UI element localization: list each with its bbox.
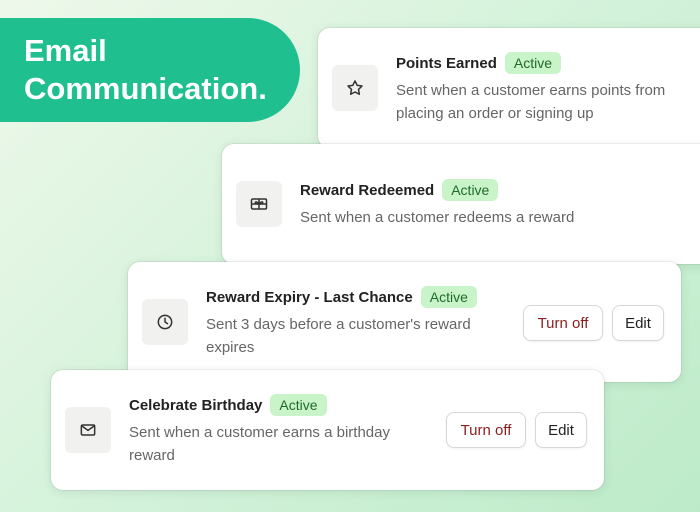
status-badge: Active — [504, 52, 561, 74]
edit-button[interactable]: Edit — [535, 412, 587, 448]
turn-off-button[interactable]: Turn off — [446, 412, 526, 448]
card-title: Points Earned — [396, 54, 497, 72]
edit-button[interactable]: Edit — [612, 305, 664, 341]
status-badge: Active — [420, 286, 477, 308]
email-card-reward-redeemed: Reward Redeemed Active Sent when a custo… — [222, 144, 700, 264]
hero-title-line1: Email — [24, 33, 107, 68]
card-description: Sent when a customer redeems a reward — [300, 209, 575, 226]
email-card-celebrate-birthday: Celebrate Birthday Active Sent when a cu… — [51, 370, 604, 490]
status-badge: Active — [270, 394, 327, 416]
hero-banner: Email Communication. — [0, 18, 300, 122]
card-title: Reward Expiry - Last Chance — [206, 288, 413, 306]
card-title: Celebrate Birthday — [129, 396, 263, 414]
card-title: Reward Redeemed — [300, 181, 435, 199]
gift-card-icon — [236, 181, 282, 227]
star-icon — [332, 65, 378, 111]
turn-off-button[interactable]: Turn off — [523, 305, 603, 341]
envelope-icon — [65, 407, 111, 453]
hero-title-line2: Communication. — [24, 71, 267, 106]
clock-icon — [142, 299, 188, 345]
card-description: Sent when a customer earns points from p… — [396, 82, 666, 122]
card-description: Sent when a customer earns a birthday re… — [129, 424, 390, 464]
email-card-reward-expiry: Reward Expiry - Last Chance Active Sent … — [128, 262, 681, 382]
email-card-points-earned: Points Earned Active Sent when a custome… — [318, 28, 700, 148]
card-description: Sent 3 days before a customer's reward e… — [206, 316, 471, 356]
status-badge: Active — [442, 179, 499, 201]
